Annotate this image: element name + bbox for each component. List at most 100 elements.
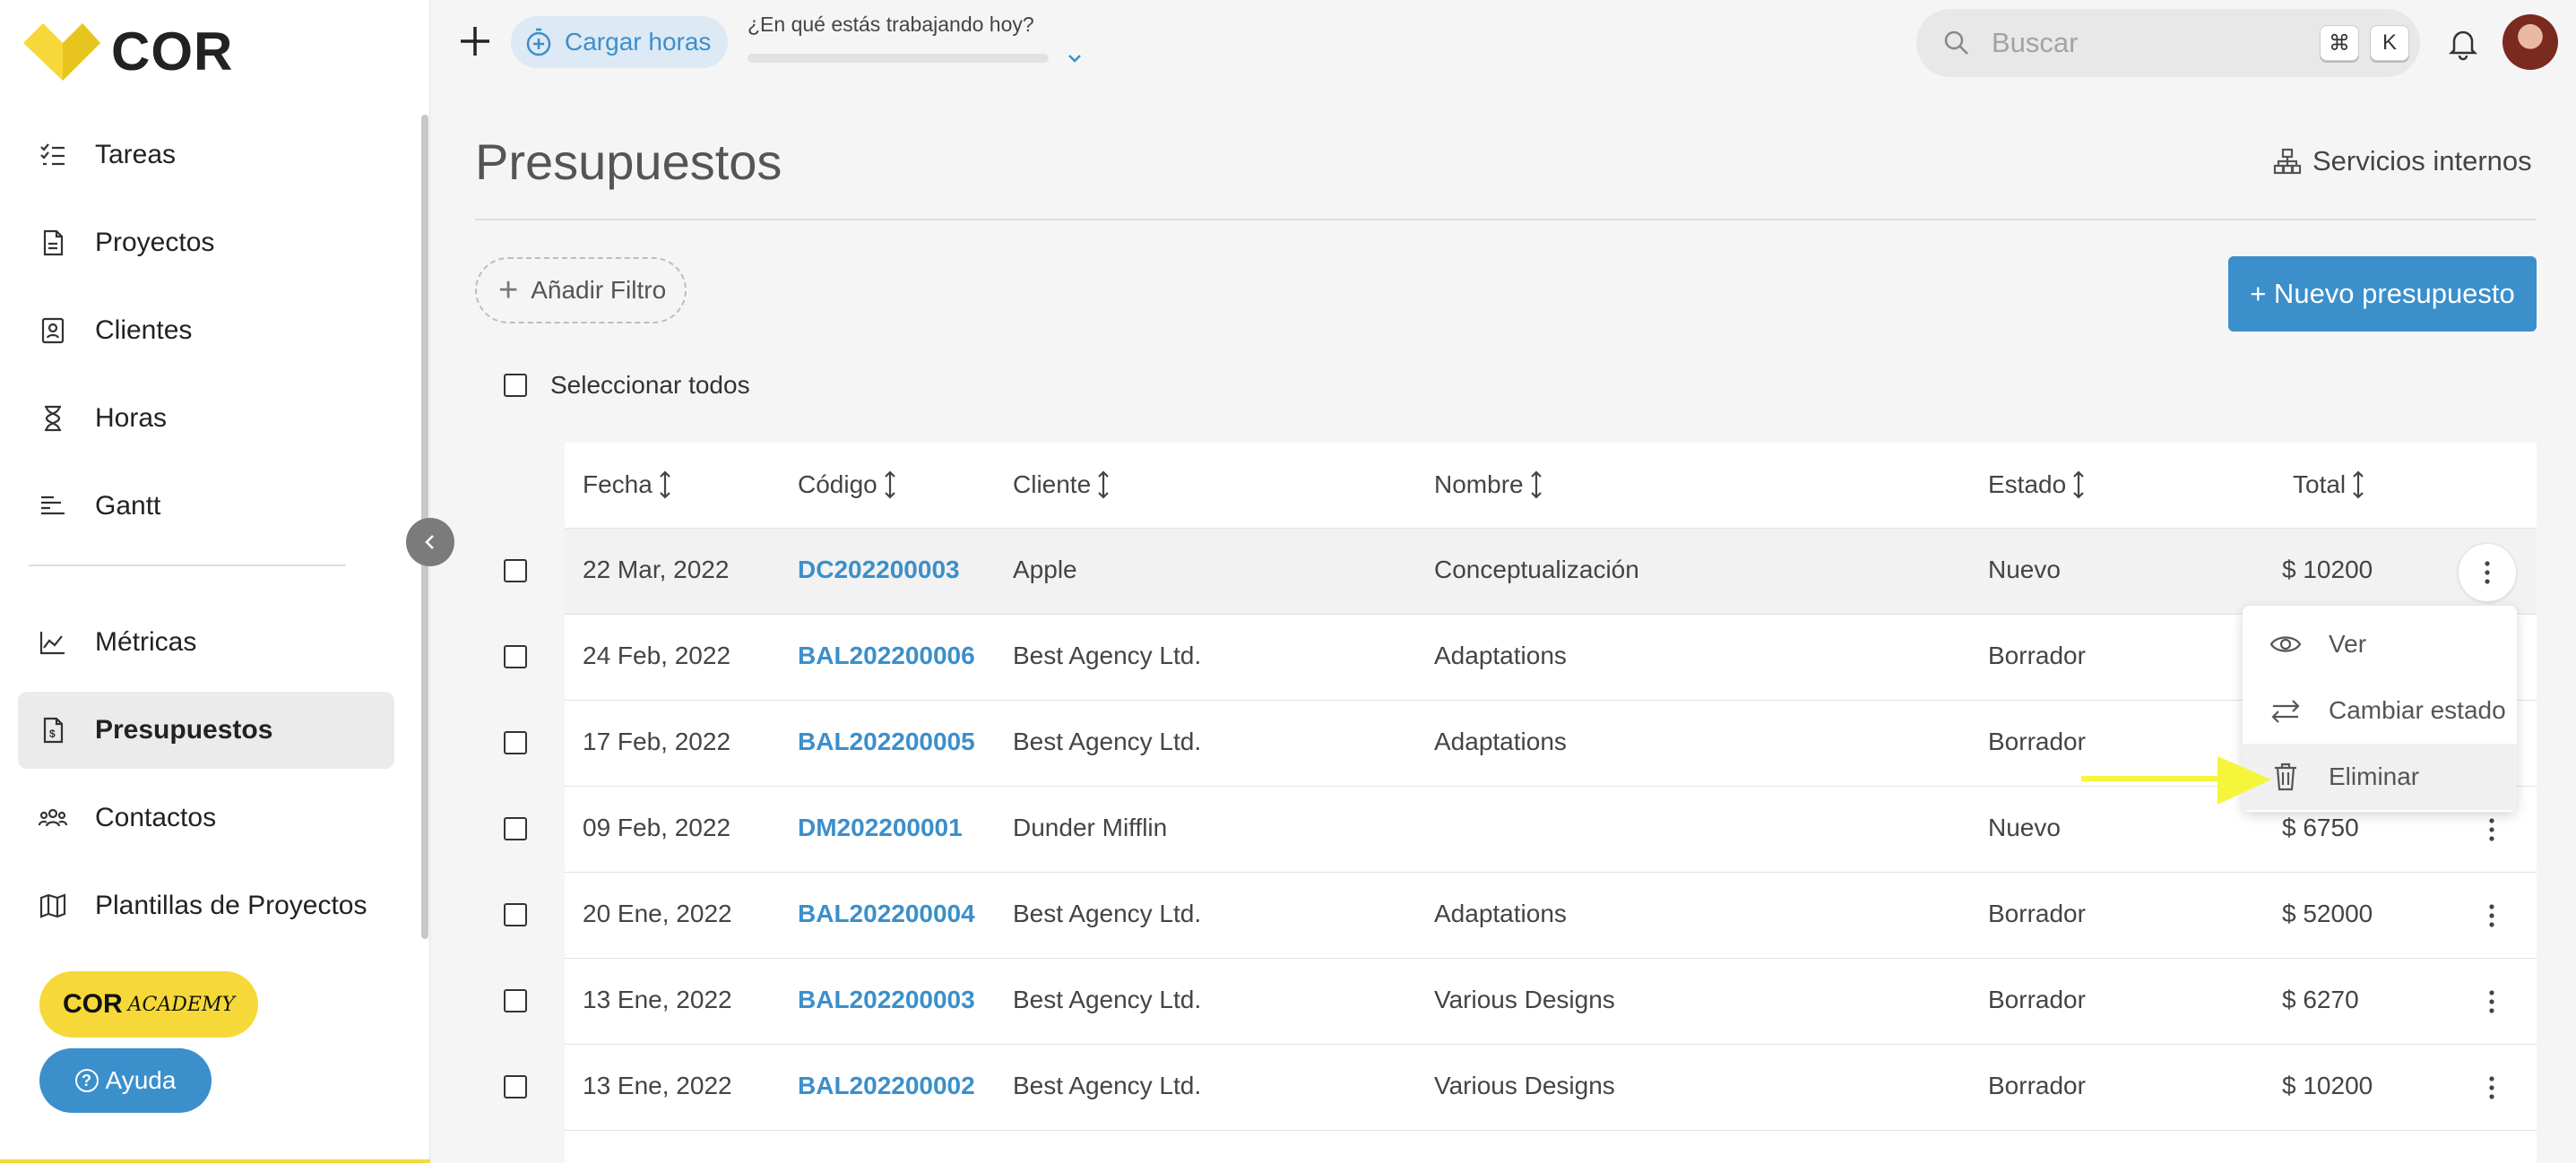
contacts-icon — [38, 803, 68, 833]
sidebar-item-label: Contactos — [95, 803, 217, 832]
cell-estado: Borrador — [1988, 900, 2086, 927]
table-row[interactable]: 13 Ene, 2022 BAL202200003 Best Agency Ltd.… — [565, 959, 2537, 1045]
notifications-bell-icon[interactable] — [2445, 25, 2481, 61]
header-fecha[interactable]: Fecha — [583, 470, 672, 500]
budget-icon: $ — [38, 715, 68, 745]
header-nombre[interactable]: Nombre — [1434, 470, 1543, 500]
internal-services-link[interactable]: Servicios internos — [2273, 145, 2532, 177]
sidebar-item-tareas[interactable]: Tareas — [18, 116, 394, 194]
working-on-prompt[interactable]: ¿En qué estás trabajando hoy? — [748, 13, 1034, 37]
hourglass-icon — [38, 403, 68, 434]
header-label: Cliente — [1013, 470, 1092, 498]
cell-cliente: Best Agency Ltd. — [1013, 642, 1202, 669]
cell-fecha: 22 Mar, 2022 — [583, 556, 730, 583]
sidebar-item-presupuestos[interactable]: $ Presupuestos — [18, 692, 394, 769]
title-divider — [475, 219, 2537, 220]
new-budget-button[interactable]: + Nuevo presupuesto — [2228, 256, 2537, 332]
cell-codigo[interactable]: BAL202200006 — [798, 642, 975, 670]
row-checkbox[interactable] — [504, 903, 527, 926]
sidebar-item-horas[interactable]: Horas — [18, 380, 394, 457]
table-row[interactable]: 13 Ene, 2022 BAL202200002 Best Agency Ltd.… — [565, 1045, 2537, 1131]
menu-item-label: Eliminar — [2329, 762, 2420, 790]
menu-item-ver[interactable]: Ver — [2243, 611, 2517, 677]
row-actions-button[interactable] — [2476, 900, 2508, 932]
cell-codigo[interactable]: DM202200001 — [798, 814, 963, 842]
header-cliente[interactable]: Cliente — [1013, 470, 1111, 500]
menu-item-eliminar[interactable]: Eliminar — [2243, 744, 2517, 810]
working-on-input[interactable] — [748, 54, 1049, 63]
row-checkbox[interactable] — [504, 645, 527, 668]
sidebar-item-proyectos[interactable]: Proyectos — [18, 204, 394, 281]
row-actions-button[interactable] — [2476, 1072, 2508, 1104]
cell-fecha: 13 Ene, 2022 — [583, 986, 732, 1013]
add-filter-label: Añadir Filtro — [531, 276, 667, 304]
sidebar-item-metricas[interactable]: Métricas — [18, 604, 394, 681]
select-all[interactable]: Seleccionar todos — [504, 371, 750, 400]
row-checkbox[interactable] — [504, 559, 527, 582]
sidebar-collapse-button[interactable] — [406, 518, 454, 566]
row-checkbox[interactable] — [504, 989, 527, 1012]
chevron-down-icon[interactable] — [1065, 48, 1085, 68]
annotation-arrow — [2081, 756, 2271, 805]
sort-icon — [2353, 470, 2364, 499]
table-header: Fecha Código Cliente Nombre Estado Total — [565, 443, 2537, 529]
sidebar-item-label: Métricas — [95, 627, 197, 657]
menu-item-cambiar-estado[interactable]: Cambiar estado — [2243, 677, 2517, 744]
cell-fecha: 13 Ene, 2022 — [583, 1072, 732, 1099]
add-filter-button[interactable]: + Añadir Filtro — [475, 257, 687, 323]
cell-codigo[interactable]: DC202200003 — [798, 556, 960, 584]
cell-codigo[interactable]: BAL202200002 — [798, 1072, 975, 1100]
cor-logo[interactable]: COR — [23, 20, 233, 82]
table-row[interactable]: 22 Mar, 2022 DC202200003 Apple Conceptualiz… — [565, 529, 2537, 615]
cell-cliente: Dunder Mifflin — [1013, 814, 1168, 841]
cell-total: $ 52000 — [2282, 900, 2373, 927]
select-all-checkbox[interactable] — [504, 374, 527, 397]
load-hours-button[interactable]: Cargar horas — [511, 16, 728, 68]
cell-codigo[interactable]: BAL202200003 — [798, 986, 975, 1014]
cor-academy-button[interactable]: COR ACADEMY — [39, 971, 258, 1038]
row-context-menu: Ver Cambiar estado Eliminar — [2243, 606, 2517, 812]
user-avatar[interactable] — [2503, 14, 2558, 70]
help-button[interactable]: ? Ayuda — [39, 1048, 212, 1113]
cell-codigo[interactable]: BAL202200004 — [798, 900, 975, 928]
cell-fecha: 09 Feb, 2022 — [583, 814, 731, 841]
row-actions-button[interactable] — [2476, 814, 2508, 846]
kebab-icon — [2489, 1076, 2494, 1099]
cell-total: $ 6270 — [2282, 986, 2359, 1013]
quick-add-button[interactable] — [454, 20, 497, 63]
row-checkbox[interactable] — [504, 817, 527, 840]
cell-codigo[interactable]: BAL202200005 — [798, 728, 975, 756]
row-actions-button[interactable] — [2476, 986, 2508, 1018]
trash-icon — [2269, 761, 2302, 793]
header-total[interactable]: Total — [2293, 470, 2365, 500]
kebab-icon — [2489, 904, 2494, 927]
row-actions-button-active[interactable] — [2458, 543, 2517, 602]
project-doc-icon — [38, 228, 68, 258]
sidebar-item-contactos[interactable]: Contactos — [18, 780, 394, 857]
shortcut-k-key: K — [2370, 25, 2409, 61]
sidebar-item-gantt[interactable]: Gantt — [18, 468, 394, 545]
cor-logo-mark-icon — [23, 20, 100, 82]
sidebar-item-label: Horas — [95, 403, 168, 433]
cell-estado: Borrador — [1988, 986, 2086, 1013]
search-bar[interactable]: Buscar ⌘ K — [1916, 9, 2420, 77]
sidebar-item-plantillas[interactable]: Plantillas de Proyectos — [18, 867, 394, 944]
page-title: Presupuestos — [475, 134, 782, 190]
row-checkbox[interactable] — [504, 1075, 527, 1098]
cell-fecha: 24 Feb, 2022 — [583, 642, 731, 669]
sidebar: COR Tareas Proyectos Clientes Horas Gant… — [0, 0, 430, 1163]
header-estado[interactable]: Estado — [1988, 470, 2086, 500]
shortcut-cmd-key: ⌘ — [2320, 25, 2359, 61]
cell-estado: Borrador — [1988, 728, 2086, 755]
sidebar-bottom-accent — [0, 1159, 430, 1163]
load-hours-label: Cargar horas — [565, 28, 712, 56]
table-row[interactable]: 20 Ene, 2022 BAL202200004 Best Agency Ltd.… — [565, 873, 2537, 959]
template-map-icon — [38, 891, 68, 921]
table-row[interactable]: 24 Feb, 2022 BAL202200006 Best Agency Ltd.… — [565, 615, 2537, 701]
search-input[interactable]: Buscar — [1992, 27, 2320, 59]
academy-main-label: COR — [62, 989, 123, 1019]
sidebar-item-clientes[interactable]: Clientes — [18, 292, 394, 369]
row-checkbox[interactable] — [504, 731, 527, 754]
header-codigo[interactable]: Código — [798, 470, 897, 500]
org-chart-icon — [2273, 147, 2302, 176]
